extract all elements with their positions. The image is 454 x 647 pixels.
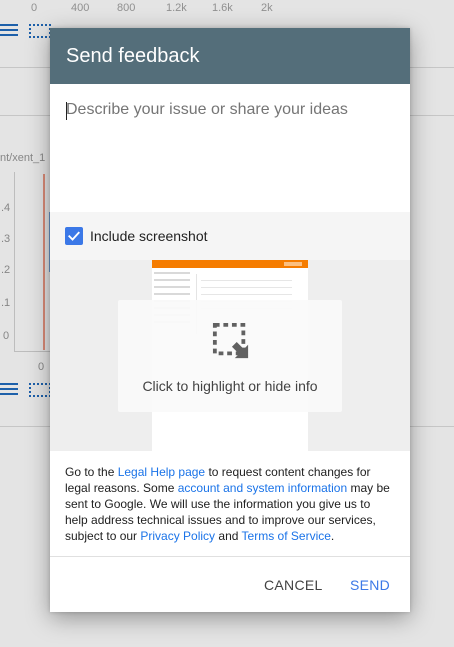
send-feedback-dialog: Send feedback Include screenshot bbox=[50, 28, 410, 612]
include-screenshot-label: Include screenshot bbox=[90, 228, 208, 244]
legal-text: Go to the Legal Help page to request con… bbox=[50, 451, 410, 556]
highlight-overlay[interactable]: Click to highlight or hide info bbox=[118, 300, 342, 412]
screenshot-preview[interactable]: Click to highlight or hide info bbox=[50, 260, 410, 451]
include-screenshot-checkbox[interactable] bbox=[65, 227, 83, 245]
legal-text-part: and bbox=[215, 529, 242, 543]
send-button[interactable]: SEND bbox=[350, 577, 390, 593]
dialog-actions: CANCEL SEND bbox=[50, 557, 410, 612]
thumbnail-appbar bbox=[152, 260, 308, 268]
text-caret bbox=[66, 102, 67, 120]
dialog-title: Send feedback bbox=[50, 28, 410, 84]
legal-text-part: . bbox=[330, 529, 335, 543]
description-input[interactable] bbox=[66, 101, 394, 201]
terms-of-service-link[interactable]: Terms of Service bbox=[242, 529, 331, 543]
account-info-link[interactable]: account and system information bbox=[178, 481, 347, 495]
checkmark-icon bbox=[68, 231, 80, 241]
highlight-select-icon bbox=[212, 322, 249, 359]
cancel-button[interactable]: CANCEL bbox=[264, 577, 323, 593]
legal-text-part: Go to the bbox=[65, 465, 118, 479]
screenshot-hint: Click to highlight or hide info bbox=[142, 378, 318, 394]
description-area bbox=[50, 84, 410, 212]
privacy-policy-link[interactable]: Privacy Policy bbox=[140, 529, 215, 543]
include-screenshot-row[interactable]: Include screenshot bbox=[50, 212, 410, 260]
legal-help-link[interactable]: Legal Help page bbox=[118, 465, 205, 479]
